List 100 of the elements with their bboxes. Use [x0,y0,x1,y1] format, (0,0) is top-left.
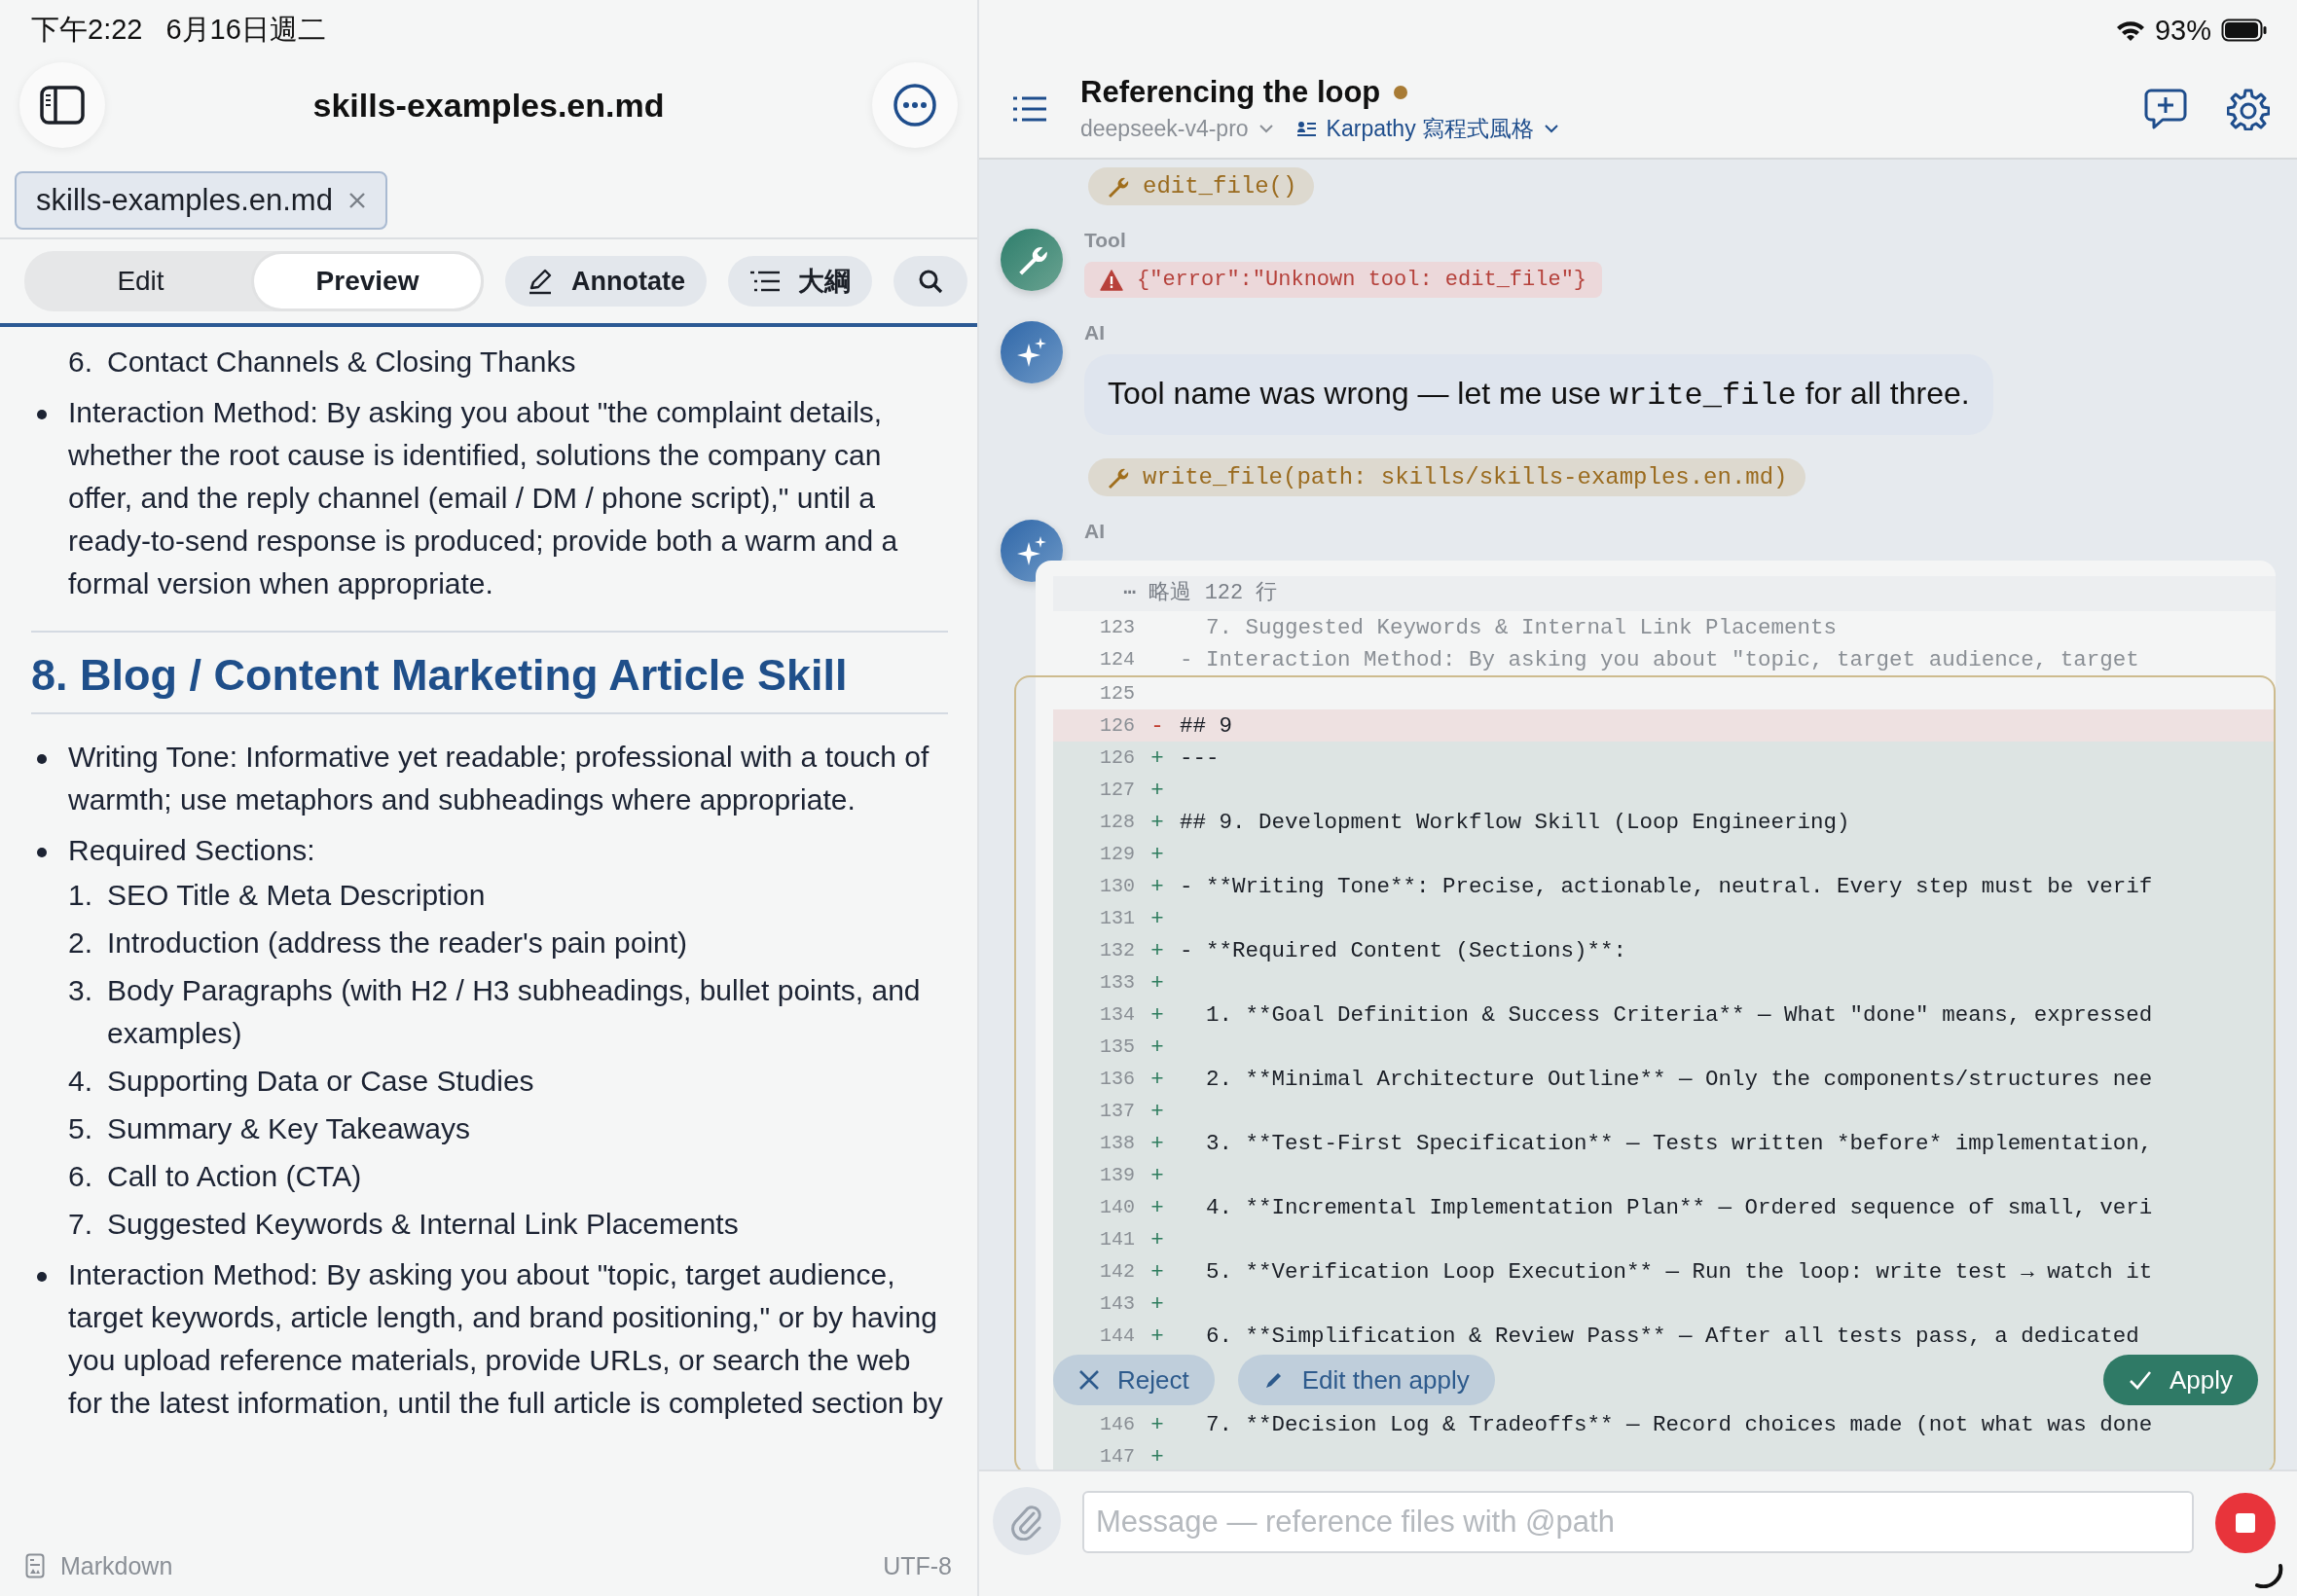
code-line: 1. **Goal Definition & Success Criteria** — What "done" means, expressed [1205,1001,2153,1028]
line-number: 146 [1099,1413,1135,1435]
code-line: 4. **Incremental Implementation Plan** — Ordered sequence of small, veri [1205,1194,2153,1220]
battery-percent: 93% [2154,14,2211,47]
encoding-label: UTF-8 [883,1551,952,1580]
line-number: 137 [1099,1100,1135,1122]
mode-tab[interactable]: Preview [254,254,481,308]
battery-icon [2221,18,2268,42]
search-button[interactable] [893,256,967,307]
diff-sign: + [1149,969,1165,996]
line-number: 128 [1099,811,1135,833]
list-item-text: Summary & Key Takeaways [107,1111,470,1146]
outline-button[interactable]: 大綱 [728,256,872,307]
code-line: 5. **Verification Loop Execution** — Run the loop: write test → watch it [1205,1258,2153,1285]
status-time: 下午2:22 [31,13,143,47]
list-icon [749,270,781,293]
code-line: 7. **Decision Log & Tradeoffs** — Record choices made (not what was done [1205,1411,2153,1437]
list-item-text: SEO Title & Meta Description [107,878,486,913]
diff-sign: + [1149,1323,1165,1349]
mode-tab[interactable]: Edit [27,254,254,308]
diff-sign: + [1149,1098,1165,1124]
code-line: - **Required Content (Sections)**: [1180,937,1627,963]
line-number: 142 [1099,1260,1135,1283]
bullet-icon [37,1272,47,1282]
line-number: 136 [1099,1068,1135,1090]
code-line: 2. **Minimal Architecture Outline** — Only the components/structures nee [1205,1066,2153,1092]
diff-sign: + [1149,1034,1165,1060]
diff-sign: + [1149,744,1165,771]
line-number: 139 [1099,1164,1135,1186]
diff-sign: + [1149,1443,1165,1469]
chat-plus-icon [2143,88,2188,130]
error-text: {"error":"Unknown tool: edit_file"} [1137,268,1587,292]
search-icon [918,269,943,294]
annotate-button[interactable]: Annotate [505,256,707,307]
line-number: 138 [1099,1132,1135,1154]
list-item-text: Body Paragraphs (with H2 / H3 subheadings, bullet points, and examples) [107,973,922,1051]
line-number: 134 [1099,1003,1135,1026]
list-item-text: Suggested Keywords & Internal Link Placements [107,1207,739,1242]
line-number: 140 [1099,1196,1135,1218]
model-dropdown[interactable]: deepseek-v4-pro [1080,113,1274,144]
status-date: 6月16日週二 [165,13,326,47]
more-icon [893,83,937,127]
tool-call-chip[interactable]: edit_file() [1088,167,1315,205]
line-number: 132 [1099,939,1135,961]
chat-title: Referencing the loop [1080,74,1381,110]
message-field[interactable]: Message — reference files with @path [1082,1491,2194,1553]
warning-icon [1100,269,1123,291]
diff-sign: + [1149,937,1165,963]
line-number: 129 [1099,843,1135,865]
stop-icon [2235,1512,2256,1534]
line-number: 141 [1099,1228,1135,1251]
diff-sign: + [1149,1194,1165,1220]
list-number: 2. [68,925,94,961]
list-number: 6. [68,345,94,380]
tool-call-chip[interactable]: write_file(path: skills/skills-examples.en.md) [1088,458,1805,496]
chevron-down-icon [1258,124,1274,133]
line-number: 125 [1099,682,1135,705]
code-line: 7. Suggested Keywords & Internal Link Placements [1205,614,1838,640]
author-name: Tool [1084,229,1127,252]
persona-dropdown[interactable]: Karpathy 寫程式風格 [1296,113,1560,144]
bullet-icon [37,848,47,857]
paragraph: Required Sections: [68,833,315,868]
message-bubble: Tool name was wrong — let me use write_file for all three. [1084,354,1993,435]
wifi-icon [2115,19,2145,41]
sidebar-icon [40,86,85,125]
document-icon [25,1553,45,1578]
diff-sign: + [1149,1130,1165,1156]
skipped-lines-row[interactable]: ⋯ 略過 122 行 [1053,576,2276,611]
line-number: 127 [1099,779,1135,801]
list-item-text: Supporting Data or Case Studies [107,1064,534,1099]
list-number: 4. [68,1064,94,1099]
line-number: 144 [1099,1324,1135,1347]
diff-sign: + [1149,1001,1165,1028]
section-heading: 8. Blog / Content Marketing Article Skill [31,646,948,714]
close-icon[interactable] [347,192,366,209]
edit-then-apply-button[interactable]: Edit then apply [1237,1355,1495,1405]
diff-sign: + [1149,905,1165,931]
apply-button[interactable]: Apply [2102,1355,2258,1405]
line-number: 126 [1099,746,1135,769]
diff-sign: + [1149,777,1165,803]
pencil-icon [527,268,554,295]
line-number: 123 [1099,616,1135,638]
line-number: 124 [1099,648,1135,671]
code-line: --- [1180,744,1220,771]
paragraph: Writing Tone: Informative yet readable; professional with a touch of warmth; use metaphors and subheadings where appropriate. [68,740,930,817]
author-name: AI [1084,321,1106,345]
paragraph: Interaction Method: By asking you about "the complaint details, whether the root cause is identified, solutions the company can offer, and the reply channel (email / DM / phone script)," until a ready-to-send response is produced; provide both a warm and a formal version when appropriate. [68,395,899,601]
line-number: 143 [1099,1292,1135,1315]
close-icon [1078,1369,1100,1391]
line-number: 130 [1099,875,1135,897]
file-tab[interactable]: skills-examples.en.md [15,171,387,230]
diff-sign: + [1149,873,1165,899]
reject-button[interactable]: Reject [1053,1355,1215,1405]
line-number: 147 [1099,1445,1135,1468]
code-line: - **Writing Tone**: Precise, actionable, neutral. Every step must be verif [1180,873,2153,899]
code-line: 3. **Test-First Specification** — Tests written *before* implementation, [1205,1130,2153,1156]
bullet-icon [37,410,47,419]
list-number: 1. [68,878,94,913]
bullet-icon [37,754,47,764]
line-number: 131 [1099,907,1135,929]
